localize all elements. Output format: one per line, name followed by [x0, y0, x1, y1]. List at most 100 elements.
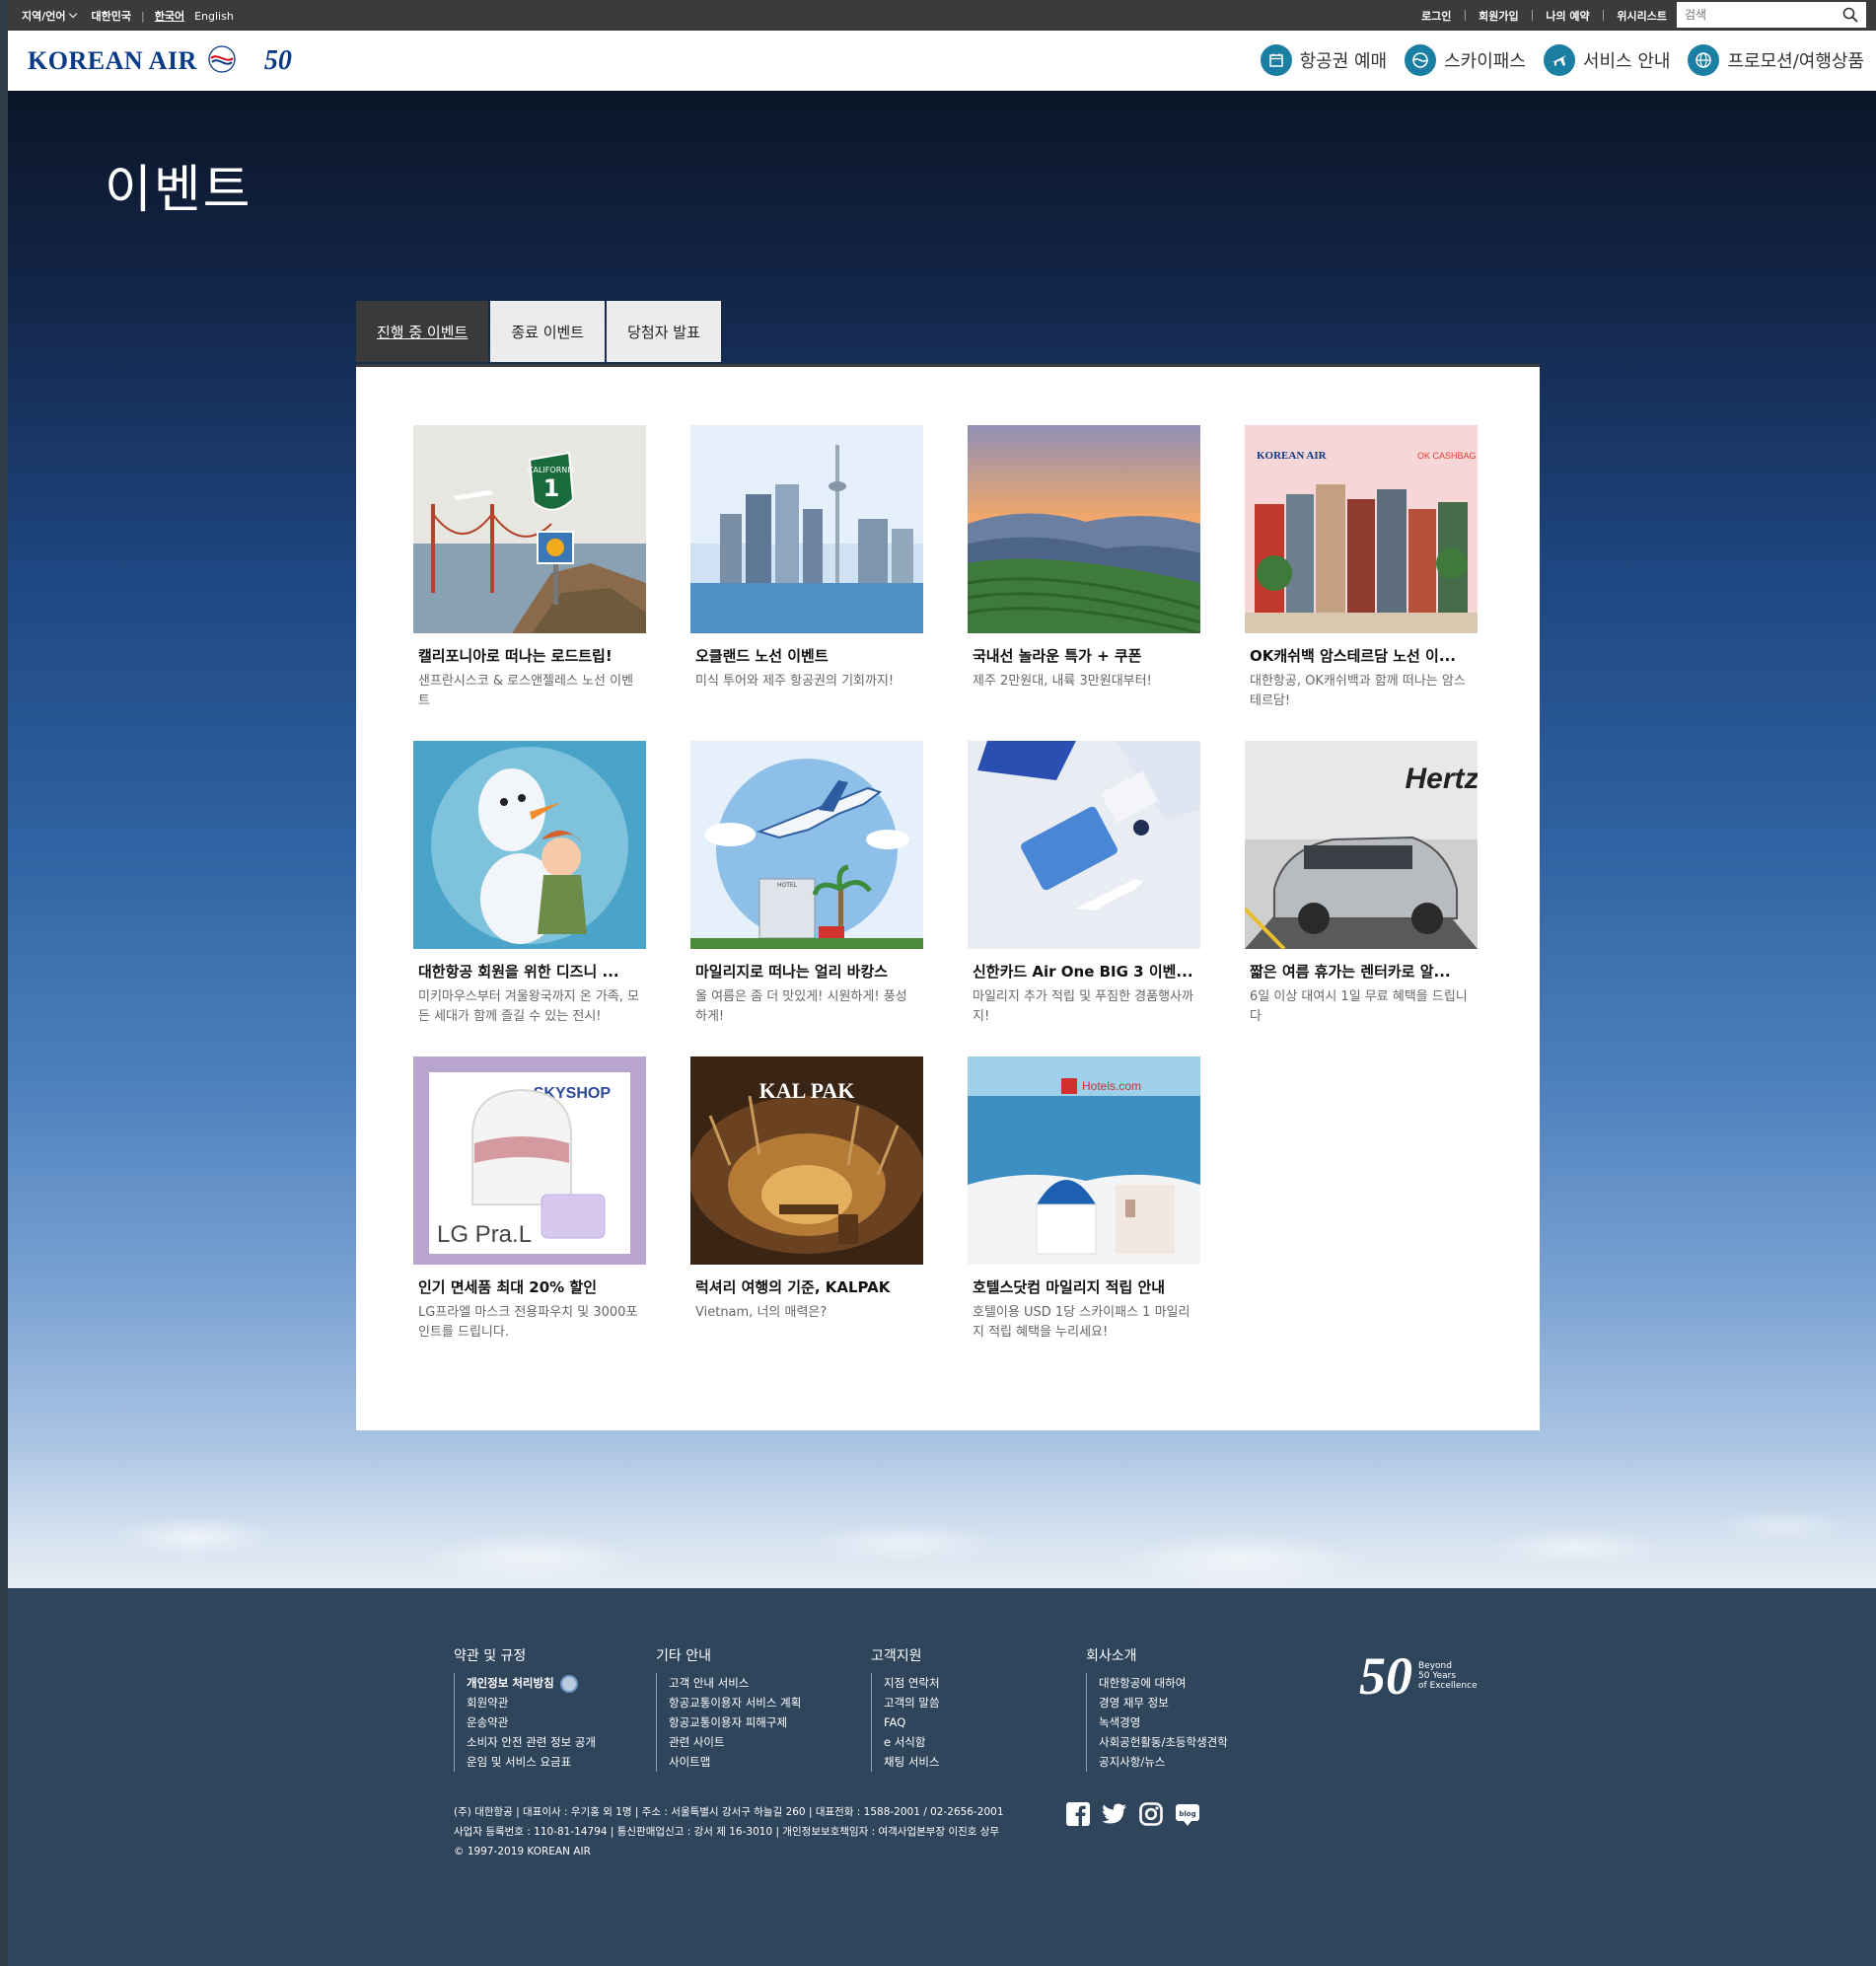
event-card-california[interactable]: CALIFORNIA 1 캘리포니아로 떠나는 로드트립! 샌프란시스코 & 로…: [413, 425, 646, 719]
event-thumbnail-hotels: Hotels.com: [968, 1056, 1200, 1265]
event-card-auckland[interactable]: 오클랜드 노선 이벤트 미식 투어와 제주 항공권의 기회까지!: [690, 425, 923, 719]
event-title: 국내선 놀라운 특가 + 쿠폰: [973, 647, 1142, 665]
svg-text:Hotels.com: Hotels.com: [1082, 1079, 1141, 1093]
tab-winner-announcement[interactable]: 당첨자 발표: [607, 301, 721, 362]
footer-column-other-info: 기타 안내 고객 안내 서비스 항공교통이용자 서비스 계획 항공교통이용자 피…: [656, 1645, 871, 1772]
event-title: 럭셔리 여행의 기준, KALPAK: [695, 1278, 891, 1296]
main-nav: 항공권 예매 스카이패스 서비스 안내 프로모션/여행상품: [1260, 44, 1864, 76]
event-description: 제주 2만원대, 내륙 3만원대부터!: [973, 674, 1152, 689]
footer-link-privacy[interactable]: 개인정보 처리방침: [467, 1673, 656, 1693]
my-reservation-link[interactable]: 나의 예약: [1546, 8, 1589, 24]
event-thumbnail-disney: [413, 741, 646, 949]
footer-column-support: 고객지원 지점 연락처 고객의 말씀 FAQ e 서식함 채팅 서비스: [871, 1645, 1086, 1772]
footer-link[interactable]: 항공교통이용자 피해구제: [669, 1712, 871, 1732]
footer-link[interactable]: 사회공헌활동/초등학생견학: [1099, 1732, 1313, 1752]
footer-link[interactable]: 고객 안내 서비스: [669, 1673, 871, 1693]
event-title: 호텔스닷컴 마일리지 적립 안내: [973, 1278, 1166, 1296]
signup-link[interactable]: 회원가입: [1479, 8, 1518, 24]
search-input[interactable]: [1677, 3, 1835, 27]
language-korean-link[interactable]: 한국어: [155, 8, 184, 24]
footer-link[interactable]: 녹색경영: [1099, 1712, 1313, 1732]
footer-link[interactable]: 대한항공에 대하여: [1099, 1673, 1313, 1693]
footer-column-terms: 약관 및 규정 개인정보 처리방침 회원약관 운송약관 소비자 안전 관련 정보…: [454, 1645, 656, 1772]
tab-ended-events[interactable]: 종료 이벤트: [490, 301, 606, 362]
event-card-shinhan[interactable]: 신한카드 Air One BIG 3 이벤... 마일리지 추가 적립 및 푸짐…: [968, 741, 1200, 1035]
login-link[interactable]: 로그인: [1421, 8, 1451, 24]
nav-promotion[interactable]: 프로모션/여행상품: [1688, 44, 1864, 76]
instagram-icon[interactable]: [1138, 1801, 1164, 1827]
svg-text:1: 1: [543, 474, 560, 502]
nav-flight-booking[interactable]: 항공권 예매: [1260, 44, 1387, 76]
country-label[interactable]: 대한민국: [92, 8, 131, 24]
event-thumbnail-skyshop: SKYSHOP LG Pra.L: [413, 1056, 646, 1265]
svg-text:Hertz: Hertz: [1405, 763, 1478, 795]
footer-link[interactable]: 항공교통이용자 서비스 계획: [669, 1693, 871, 1712]
tab-ongoing-events[interactable]: 진행 중 이벤트: [356, 301, 489, 362]
calendar-icon: [1260, 44, 1292, 76]
footer-link[interactable]: 공지사항/뉴스: [1099, 1752, 1313, 1772]
footer-link[interactable]: 고객의 말씀: [884, 1693, 1086, 1712]
event-card-kalpak[interactable]: KAL PAK 럭셔리 여행의 기준, KALPAK Vietnam, 너의 매…: [690, 1056, 923, 1350]
wishlist-link[interactable]: 위시리스트: [1617, 8, 1667, 24]
footer-link[interactable]: 운송약관: [467, 1712, 656, 1732]
footer-link[interactable]: 관련 사이트: [669, 1732, 871, 1752]
footer-link[interactable]: 운임 및 서비스 요금표: [467, 1752, 656, 1772]
footer-column-title: 고객지원: [871, 1648, 922, 1664]
globe-icon: [1688, 44, 1720, 76]
social-links: blog: [1065, 1801, 1200, 1827]
blog-icon[interactable]: blog: [1175, 1801, 1200, 1827]
event-thumbnail-shinhan-card: [968, 741, 1200, 949]
svg-text:LG Pra.L: LG Pra.L: [437, 1221, 532, 1248]
facebook-icon[interactable]: [1065, 1801, 1091, 1827]
event-thumbnail-hertz: Hertz: [1245, 741, 1478, 949]
svg-text:KAL PAK: KAL PAK: [759, 1078, 855, 1103]
main-header: KOREAN AIR 50 항공권 예매 스카이패스 서비스 안내 프로모션/여…: [8, 31, 1876, 91]
footer-link[interactable]: 회원약관: [467, 1693, 656, 1712]
site-footer: 약관 및 규정 개인정보 처리방침 회원약관 운송약관 소비자 안전 관련 정보…: [8, 1588, 1876, 1966]
event-description: 대한항공, OK캐쉬백과 함께 떠나는 암스테르담!: [1250, 674, 1466, 708]
footer-link[interactable]: 소비자 안전 관련 정보 공개: [467, 1732, 656, 1752]
event-card-disney[interactable]: 대한항공 회원을 위한 디즈니 ... 미키마우스부터 겨울왕국까지 온 가족,…: [413, 741, 646, 1035]
event-title: 짧은 여름 휴가는 렌터카로 알...: [1250, 963, 1451, 981]
footer-link[interactable]: e 서식함: [884, 1732, 1086, 1752]
twitter-icon[interactable]: [1102, 1801, 1127, 1827]
event-grid: CALIFORNIA 1 캘리포니아로 떠나는 로드트립! 샌프란시스코 & 로…: [413, 425, 1478, 1350]
footer-link[interactable]: 사이트맵: [669, 1752, 871, 1772]
event-thumbnail-auckland: [690, 425, 923, 633]
event-card-hertz[interactable]: Hertz 짧은 여름 휴가는 렌터카로 알... 6일 이상 대여시 1일 무…: [1245, 741, 1478, 1035]
footer-link[interactable]: FAQ: [884, 1712, 1086, 1732]
event-title: OK캐쉬백 암스테르담 노선 이...: [1250, 647, 1456, 665]
event-card-skyshop[interactable]: SKYSHOP LG Pra.L 인기 면세품 최대 20% 할인 LG프라엘 …: [413, 1056, 646, 1350]
footer-link[interactable]: 경영 재무 정보: [1099, 1693, 1313, 1712]
event-thumbnail-domestic: [968, 425, 1200, 633]
event-title: 인기 면세품 최대 20% 할인: [418, 1278, 597, 1296]
event-card-hotels[interactable]: Hotels.com 호텔스닷컴 마일리지 적립 안내 호텔이용 USD 1당 …: [968, 1056, 1200, 1350]
chevron-down-icon: [68, 9, 77, 19]
event-thumbnail-vacation: HOTEL: [690, 741, 923, 949]
page: 지역/언어 대한민국 | 한국어 English 로그인 | 회원가입 | 나의…: [8, 0, 1876, 1966]
search-icon[interactable]: [1842, 7, 1858, 26]
footer-link[interactable]: 지점 연락처: [884, 1673, 1086, 1693]
utility-bar: 지역/언어 대한민국 | 한국어 English 로그인 | 회원가입 | 나의…: [8, 0, 1876, 31]
svg-text:CALIFORNIA: CALIFORNIA: [528, 466, 576, 474]
event-description: 올 여름은 좀 더 맛있게! 시원하게! 풍성하게!: [695, 989, 907, 1024]
region-selector[interactable]: 지역/언어: [22, 8, 82, 24]
event-card-okcashbag[interactable]: KOREAN AIR OK CASHBAG OK캐쉬백 암스테르담 노선 이..…: [1245, 425, 1478, 719]
event-card-domestic-sale[interactable]: 국내선 놀라운 특가 + 쿠폰 제주 2만원대, 내륙 3만원대부터!: [968, 425, 1200, 719]
footer-column-title: 회사소개: [1086, 1648, 1137, 1664]
event-title: 오클랜드 노선 이벤트: [695, 647, 829, 665]
event-card-early-vacation[interactable]: HOTEL 마일리지로 떠나는 얼리 바캉스 올 여름은 좀 더 맛있게! 시원…: [690, 741, 923, 1035]
event-tabs: 진행 중 이벤트 종료 이벤트 당첨자 발표: [356, 301, 721, 362]
page-title: 이벤트: [105, 161, 253, 220]
privacy-certification-badge-icon: [559, 1674, 578, 1693]
footer-column-title: 약관 및 규정: [454, 1648, 527, 1664]
footer-column-title: 기타 안내: [656, 1648, 711, 1664]
korean-air-logo[interactable]: KOREAN AIR 50: [28, 44, 292, 78]
footer-link[interactable]: 채팅 서비스: [884, 1752, 1086, 1772]
language-english-link[interactable]: English: [194, 10, 234, 23]
nav-skypass[interactable]: 스카이패스: [1405, 44, 1526, 76]
nav-service-info[interactable]: 서비스 안내: [1543, 44, 1670, 76]
event-thumbnail-amsterdam: KOREAN AIR OK CASHBAG: [1245, 425, 1478, 633]
svg-text:blog: blog: [1179, 1810, 1195, 1818]
event-thumbnail-kalpak: KAL PAK: [690, 1056, 923, 1265]
